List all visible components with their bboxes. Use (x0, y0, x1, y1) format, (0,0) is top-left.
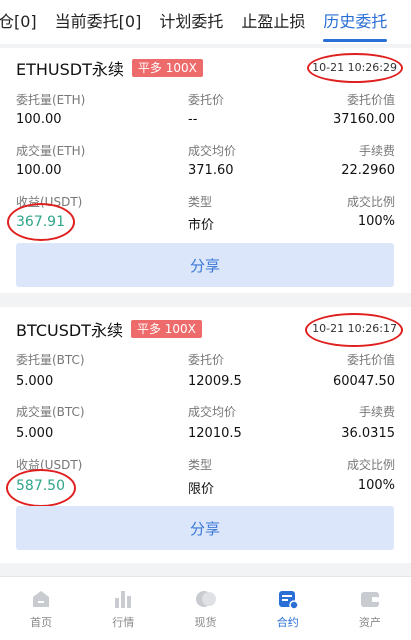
order-symbol: BTCUSDT永续 (16, 321, 123, 340)
share-button[interactable]: 分享 (16, 506, 394, 550)
entrust-price: -- (188, 112, 198, 127)
fill-ratio: 100% (357, 214, 395, 229)
entrust-price-label: 委托价 (188, 93, 225, 107)
annotation-circle (6, 469, 76, 507)
filled-qty: 5.000 (16, 426, 54, 441)
entrust-price-label: 委托价 (188, 353, 225, 367)
order-card: BTCUSDT永续 平多 100X 10-21 10:26:17 委托量(BTC… (0, 307, 411, 563)
contract-icon (278, 590, 299, 610)
entrust-value-label: 委托价值 (346, 93, 395, 107)
entrust-price: 12009.5 (188, 374, 242, 389)
tab-open-orders[interactable]: 当前委托[0] (46, 0, 151, 44)
fee-label: 手续费 (358, 144, 395, 158)
share-button[interactable]: 分享 (16, 243, 394, 287)
market-chart-icon (115, 590, 132, 608)
avg-price-label: 成交均价 (188, 405, 237, 419)
order-card: ETHUSDT永续 平多 100X 10-21 10:26:29 委托量(ETH… (0, 48, 411, 293)
tab-plan-orders[interactable]: 计划委托 (150, 0, 232, 44)
order-side-badge: 平多 100X (130, 320, 202, 338)
annotation-circle (305, 313, 403, 347)
entrust-qty: 100.00 (16, 112, 62, 127)
wallet-icon (360, 591, 379, 607)
order-type: 市价 (188, 218, 215, 233)
type-label: 类型 (188, 458, 213, 472)
order-side-badge: 平多 100X (131, 59, 203, 77)
entrust-qty-label: 委托量(BTC) (16, 353, 85, 367)
filled-qty: 100.00 (16, 163, 62, 178)
nav-label: 现货 (194, 615, 217, 629)
avg-price-label: 成交均价 (188, 144, 237, 158)
order-header: BTCUSDT永续 平多 100X (16, 309, 202, 349)
avg-price: 371.60 (188, 163, 234, 178)
tab-positions[interactable]: 仓[0] (0, 0, 46, 44)
nav-item-contract[interactable]: 合约 (247, 577, 329, 640)
nav-label: 合约 (276, 615, 299, 629)
order-header: ETHUSDT永续 平多 100X (16, 48, 203, 88)
bottom-nav: 首页 行情 现货 合约 资产 (0, 576, 411, 640)
nav-item-market[interactable]: 行情 (82, 577, 164, 640)
entrust-qty-label: 委托量(ETH) (16, 93, 86, 107)
nav-item-assets[interactable]: 资产 (329, 577, 411, 640)
nav-label: 行情 (112, 615, 135, 629)
nav-item-spot[interactable]: 现货 (164, 577, 246, 640)
filled-qty-label: 成交量(ETH) (16, 144, 86, 158)
entrust-value: 37160.00 (332, 112, 395, 127)
entrust-value: 60047.50 (332, 374, 395, 389)
filled-qty-label: 成交量(BTC) (16, 405, 85, 419)
avg-price: 12010.5 (188, 426, 242, 441)
annotation-circle (307, 53, 403, 83)
spot-coins-icon (195, 590, 216, 607)
fill-ratio-label: 成交比例 (346, 458, 395, 472)
type-label: 类型 (188, 195, 213, 209)
nav-label: 首页 (30, 615, 53, 629)
fee-label: 手续费 (358, 405, 395, 419)
entrust-qty: 5.000 (16, 374, 54, 389)
fill-ratio: 100% (357, 478, 395, 493)
tab-order-history[interactable]: 历史委托 (314, 0, 396, 44)
entrust-value-label: 委托价值 (346, 353, 395, 367)
fee: 22.2960 (341, 163, 395, 178)
order-tabs: 仓[0] 当前委托[0] 计划委托 止盈止损 历史委托 (0, 0, 411, 44)
fill-ratio-label: 成交比例 (346, 195, 395, 209)
nav-item-home[interactable]: 首页 (0, 577, 82, 640)
annotation-circle (7, 203, 75, 241)
order-symbol: ETHUSDT永续 (16, 60, 124, 79)
nav-label: 资产 (358, 615, 381, 629)
fee: 36.0315 (341, 426, 395, 441)
tab-tp-sl[interactable]: 止盈止损 (232, 0, 314, 44)
order-type: 限价 (188, 482, 215, 497)
home-icon (33, 590, 50, 607)
